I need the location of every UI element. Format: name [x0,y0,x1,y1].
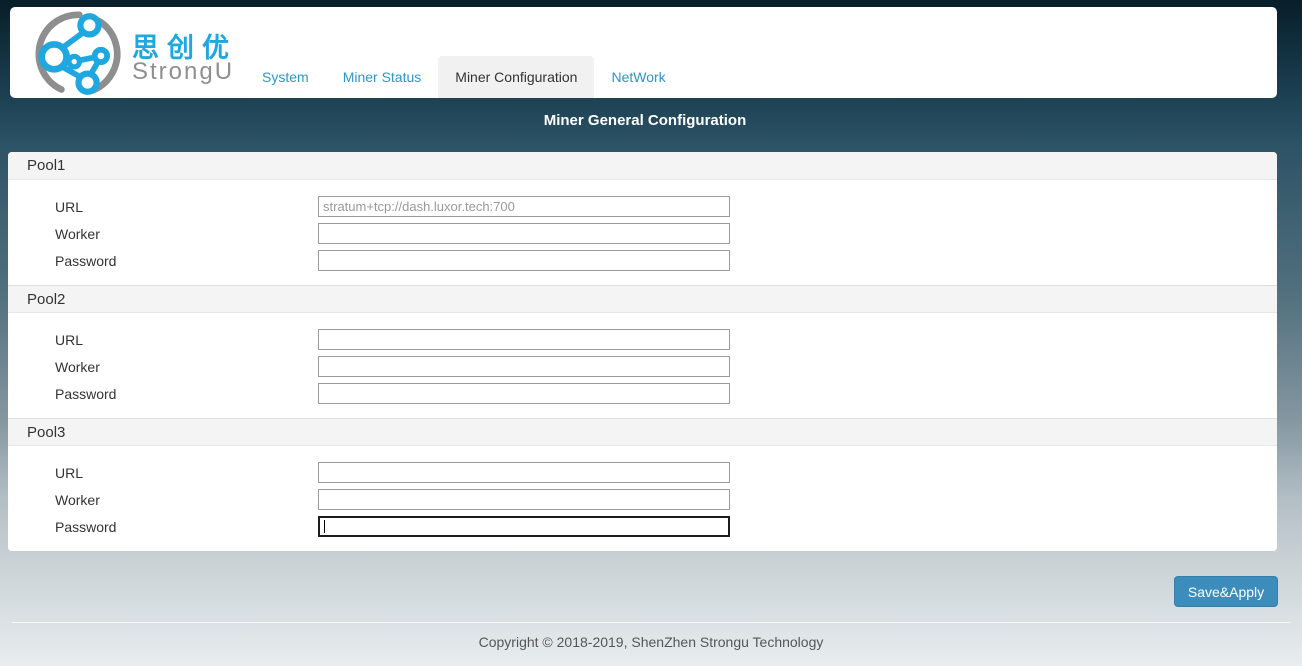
pool1-password-input[interactable] [318,250,730,271]
pool3-url-row: URL [8,462,1277,483]
network-nodes-icon [30,11,126,97]
footer-divider [12,622,1290,623]
pool3-password-input[interactable] [318,516,730,537]
pool1-url-input[interactable] [318,196,730,217]
pool2-section: Pool2 URL Worker Password [8,285,1277,418]
save-apply-button[interactable]: Save&Apply [1174,576,1278,607]
tab-miner-configuration[interactable]: Miner Configuration [438,56,594,98]
pool1-password-label: Password [55,253,318,269]
pool3-heading: Pool3 [8,418,1277,446]
pool1-password-row: Password [8,250,1277,271]
pool3-worker-input[interactable] [318,489,730,510]
pool1-url-row: URL [8,196,1277,217]
pool2-heading: Pool2 [8,285,1277,313]
pool1-worker-label: Worker [55,226,318,242]
pool1-heading: Pool1 [8,152,1277,180]
pool2-worker-input[interactable] [318,356,730,377]
tab-system[interactable]: System [245,56,326,98]
text-caret [324,520,325,533]
pool3-body: URL Worker Password [8,446,1277,551]
miner-config-form: Pool1 URL Worker Password Pool2 [8,152,1277,551]
page-title: Miner General Configuration [0,112,1290,129]
pool2-url-row: URL [8,329,1277,350]
header: 思创优 StrongU System Miner Status Miner Co… [10,7,1277,98]
pool2-url-label: URL [55,332,318,348]
pool1-url-label: URL [55,199,318,215]
pool2-password-label: Password [55,386,318,402]
pool1-worker-input[interactable] [318,223,730,244]
page-background: 思创优 StrongU System Miner Status Miner Co… [0,0,1302,666]
tab-network[interactable]: NetWork [594,56,682,98]
pool1-section: Pool1 URL Worker Password [8,152,1277,285]
tab-miner-status[interactable]: Miner Status [326,56,439,98]
pool2-worker-row: Worker [8,356,1277,377]
pool3-password-label: Password [55,519,318,535]
pool1-body: URL Worker Password [8,180,1277,285]
brand-name-english: StrongU [132,58,234,86]
pool2-password-row: Password [8,383,1277,404]
pool2-url-input[interactable] [318,329,730,350]
logo: 思创优 StrongU [24,9,239,97]
pool3-section: Pool3 URL Worker Password [8,418,1277,551]
pool3-password-input-wrap [318,516,730,537]
pool3-worker-row: Worker [8,489,1277,510]
pool3-url-label: URL [55,465,318,481]
pool3-worker-label: Worker [55,492,318,508]
pool2-password-input[interactable] [318,383,730,404]
pool3-password-row: Password [8,516,1277,537]
main-nav: System Miner Status Miner Configuration … [245,56,683,98]
pool2-worker-label: Worker [55,359,318,375]
pool3-url-input[interactable] [318,462,730,483]
pool2-body: URL Worker Password [8,313,1277,418]
copyright: Copyright © 2018-2019, ShenZhen Strongu … [0,634,1302,650]
pool1-worker-row: Worker [8,223,1277,244]
